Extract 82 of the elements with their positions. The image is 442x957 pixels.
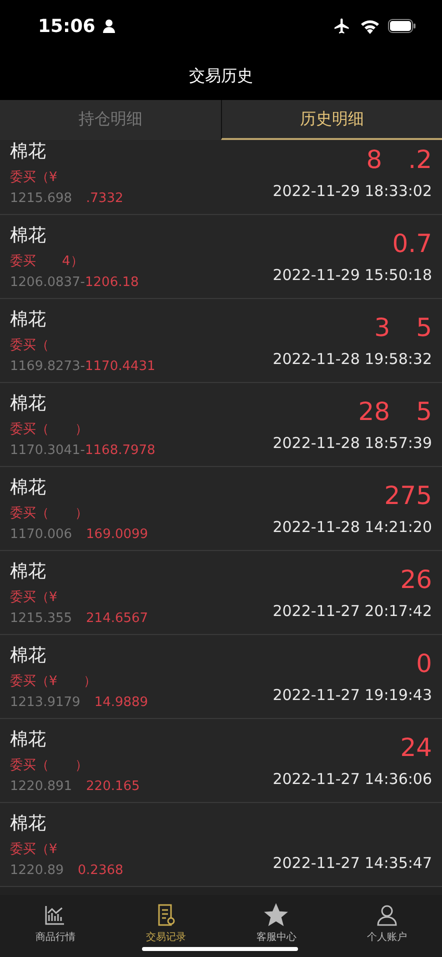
trade-record[interactable]: 棉花 委买 4） 1206.0837-1206.18 0.7 2022-11-29 15:50:18 <box>0 215 442 299</box>
profit-amount: 0 <box>416 650 432 678</box>
trade-time: 2022-11-27 14:35:47 <box>272 854 432 872</box>
product-name: 棉花 <box>10 140 47 163</box>
trade-time: 2022-11-27 20:17:42 <box>272 602 432 620</box>
product-name: 棉花 <box>10 392 47 415</box>
trade-record[interactable]: 棉花 委买（¥ 1215.698 .7332 8 .2 2022-11-29 18:33:02 <box>0 140 442 215</box>
open-price: 1220.89 <box>10 863 64 878</box>
order-label: ） <box>75 757 88 774</box>
open-price: 1170.3041- <box>10 443 85 458</box>
close-price: 1170.4431 <box>85 359 156 374</box>
trade-time: 2022-11-28 18:57:39 <box>272 434 432 452</box>
trade-time: 2022-11-29 15:50:18 <box>272 266 432 284</box>
profit-amount: 26 <box>400 566 432 594</box>
product-name: 棉花 <box>10 476 47 499</box>
wifi-icon <box>360 18 380 34</box>
order-label: 委买 <box>10 253 36 270</box>
trade-record[interactable]: 棉花 委买（ ） 1220.891 220.165 24 2022-11-27 14:36:06 <box>0 719 442 803</box>
order-label: 委买（¥ <box>10 841 58 858</box>
status-time: 15:06 <box>38 16 96 36</box>
person-icon <box>374 903 399 927</box>
product-name: 棉花 <box>10 560 47 583</box>
open-price: 1220.891 <box>10 779 72 794</box>
order-label: ） <box>75 505 88 522</box>
product-name: 棉花 <box>10 308 47 331</box>
profit-amount: 5 <box>416 314 432 342</box>
order-label: 委买（¥ <box>10 673 58 690</box>
trade-record[interactable]: 棉花 委买（¥ 1220.89 0.2368 2022-11-27 14:35:47 <box>0 803 442 887</box>
trade-time: 2022-11-27 19:19:43 <box>272 686 432 704</box>
tab-bar-item[interactable]: 个人账户 <box>332 895 442 957</box>
open-price: 1215.698 <box>10 191 72 206</box>
profit-amount: 8 <box>366 146 382 174</box>
close-price: 214.6567 <box>86 611 148 626</box>
close-price: 1168.7978 <box>85 443 156 458</box>
tab-bar-item[interactable]: 交易记录 <box>110 895 221 957</box>
trade-time: 2022-11-27 14:36:06 <box>272 770 432 788</box>
close-price: 0.2368 <box>78 863 124 878</box>
trade-record[interactable]: 棉花 委买（¥ ） 1213.9179 14.9889 0 2022-11-27 19:19:43 <box>0 635 442 719</box>
order-label: 委买（ <box>10 337 49 354</box>
trade-record[interactable]: 棉花 委买（ ） 1170.3041-1168.7978 28 5 2022-11-28 18:57:39 <box>0 383 442 467</box>
profit-amount: 275 <box>384 482 432 510</box>
airplane-icon <box>332 17 352 35</box>
open-price: 1213.9179 <box>10 695 80 710</box>
trade-record[interactable]: 棉花 委买（ ） 1170.006 169.0099 275 2022-11-28 14:21:20 <box>0 467 442 551</box>
open-price: 1215.355 <box>10 611 72 626</box>
close-price: 220.165 <box>86 779 140 794</box>
open-price: 1170.006 <box>10 527 72 542</box>
profit-amount: 5 <box>416 398 432 426</box>
order-label: 委买（ <box>10 757 49 774</box>
tab-bar-item[interactable]: 客服中心 <box>221 895 332 957</box>
trade-time: 2022-11-28 19:58:32 <box>272 350 432 368</box>
order-label: 委买（¥ <box>10 169 58 186</box>
product-name: 棉花 <box>10 728 47 751</box>
star-icon <box>264 903 288 927</box>
battery-icon <box>388 19 416 33</box>
close-price: 1206.18 <box>85 275 139 290</box>
profit-amount: 3 <box>374 314 390 342</box>
product-name: 棉花 <box>10 644 47 667</box>
product-name: 棉花 <box>10 224 47 247</box>
close-price: .7332 <box>86 191 124 206</box>
trade-time: 2022-11-28 14:21:20 <box>272 518 432 536</box>
order-label: ） <box>83 673 96 690</box>
page-title: 交易历史 <box>189 66 253 86</box>
profit-amount: .2 <box>408 146 432 174</box>
trade-time: 2022-11-29 18:33:02 <box>272 182 432 200</box>
product-name: 棉花 <box>10 812 47 835</box>
close-price: 169.0099 <box>86 527 148 542</box>
order-label: ） <box>75 421 88 438</box>
trade-record[interactable]: 棉花 委买（ 1169.8273-1170.4431 3 5 2022-11-28 19:58:32 <box>0 299 442 383</box>
order-label: 委买（¥ <box>10 589 58 606</box>
order-label: 委买（ <box>10 505 49 522</box>
order-label: 委买（ <box>10 421 49 438</box>
person-icon <box>103 19 116 33</box>
open-price: 1206.0837- <box>10 275 85 290</box>
open-price: 1169.8273- <box>10 359 85 374</box>
close-price: 14.9889 <box>94 695 148 710</box>
trade-record[interactable]: 棉花 委买（¥ 1215.355 214.6567 26 2022-11-27 20:17:42 <box>0 551 442 635</box>
tab-bar-item[interactable]: 商品行情 <box>0 895 110 957</box>
profit-amount: 24 <box>400 734 432 762</box>
profit-amount: 28 <box>358 398 390 426</box>
profit-amount: 0.7 <box>392 230 432 258</box>
order-label: 4） <box>62 253 84 270</box>
